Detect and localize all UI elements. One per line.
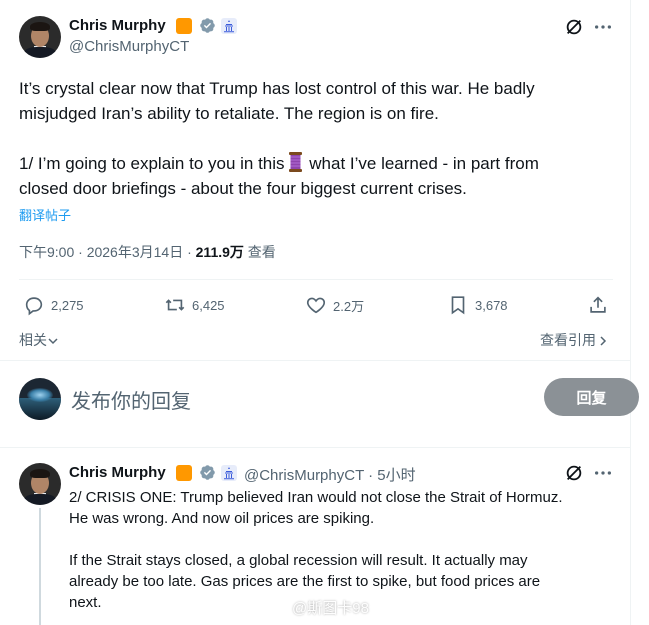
divider: [0, 360, 630, 361]
affiliate-badge-icon: [176, 465, 192, 481]
grok-icon[interactable]: [563, 462, 585, 484]
divider: [0, 447, 630, 448]
like-count: 2.2万: [333, 298, 365, 314]
translate-post-link[interactable]: 翻译帖子: [19, 205, 71, 224]
tweet-text-line: misjudged Iran’s ability to retaliate. T…: [19, 104, 439, 123]
reply-text-line: He was wrong. And now oil prices are spi…: [69, 510, 375, 527]
reply-text-line: 2/ CRISIS ONE: Trump believed Iran would…: [69, 489, 563, 506]
bookmark-icon: [451, 296, 465, 315]
related-dropdown[interactable]: 相关: [19, 330, 59, 350]
repost-count: 6,425: [192, 297, 225, 313]
grok-icon[interactable]: [563, 16, 585, 38]
reply-text-line: already be too late. Gas prices are the …: [69, 573, 541, 590]
thread-emoji-icon: [286, 151, 305, 173]
reply-input[interactable]: 发布你的回复: [71, 385, 191, 414]
bookmark-count: 3,678: [475, 297, 508, 313]
tweet-text-line: 1/ I’m going to explain to you in this w…: [19, 151, 539, 176]
author-name[interactable]: Chris Murphy: [69, 17, 166, 34]
government-badge-icon: [221, 18, 237, 34]
current-user-avatar[interactable]: [19, 378, 61, 420]
tweet-text-segment: 1/ I’m going to explain to you in this: [19, 154, 285, 173]
view-quotes-link[interactable]: 查看引用: [540, 330, 608, 350]
watermark-text: @斯图卡98: [292, 600, 369, 617]
reply-icon: [25, 297, 43, 316]
view-count: 211.9万: [195, 244, 244, 260]
bookmark-action[interactable]: 3,678: [447, 294, 508, 316]
reply-action[interactable]: 2,275: [23, 294, 84, 316]
reply-submit-button[interactable]: 回复: [544, 378, 639, 416]
watermark: @斯图卡98: [266, 597, 369, 618]
related-label: 相关: [19, 332, 47, 348]
verified-badge-icon[interactable]: [199, 464, 216, 481]
reply-text-line: If the Strait stays closed, a global rec…: [69, 552, 528, 569]
tweet-text-segment: what I’ve learned - in part from: [304, 154, 539, 173]
heart-icon: [306, 297, 326, 314]
repost-icon: [165, 299, 185, 311]
reply-count: 2,275: [51, 297, 84, 313]
chevron-down-icon: [47, 334, 59, 346]
author-avatar[interactable]: [19, 16, 61, 58]
verified-badge-icon[interactable]: [199, 17, 216, 34]
thread-connector: [39, 508, 41, 625]
reply-text-line: next.: [69, 594, 102, 611]
tweet-meta: 下午9:00 · 2026年3月14日 · 211.9万 查看: [19, 242, 276, 262]
column-border: [630, 0, 631, 625]
government-badge-icon: [221, 465, 237, 481]
more-options-icon[interactable]: [592, 16, 614, 38]
tweet-timestamp[interactable]: 下午9:00 · 2026年3月14日 ·: [19, 244, 196, 260]
view-quotes-label: 查看引用: [540, 332, 596, 348]
share-icon[interactable]: [587, 294, 609, 316]
author-handle[interactable]: @ChrisMurphyCT: [69, 38, 189, 55]
like-action[interactable]: 2.2万: [305, 294, 364, 316]
tweet-text-line: closed door briefings - about the four b…: [19, 179, 467, 198]
divider: [19, 279, 613, 280]
chevron-right-icon: [598, 334, 608, 346]
reply-handle-time[interactable]: @ChrisMurphyCT · 5小时: [244, 464, 416, 485]
more-options-icon[interactable]: [592, 462, 614, 484]
tweet-text-line: It’s crystal clear now that Trump has lo…: [19, 79, 535, 98]
affiliate-badge-icon: [176, 18, 192, 34]
repost-action[interactable]: 6,425: [164, 294, 225, 316]
reply-author-name[interactable]: Chris Murphy: [69, 464, 166, 481]
weibo-logo-icon: [266, 600, 287, 616]
reply-author-avatar[interactable]: [19, 463, 61, 505]
view-label: 查看: [247, 244, 276, 260]
